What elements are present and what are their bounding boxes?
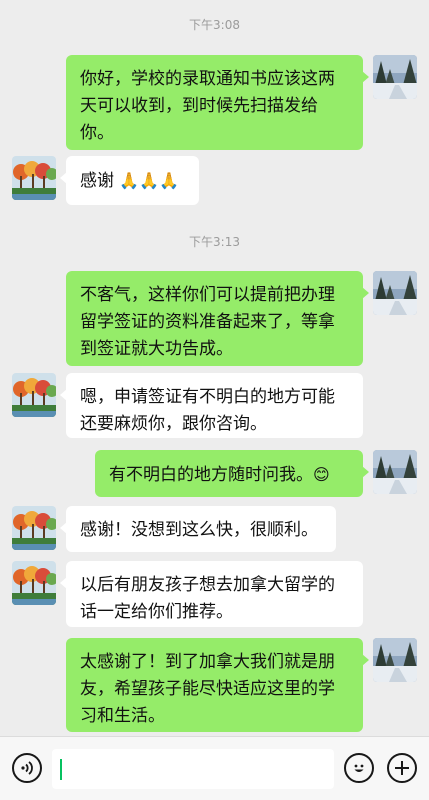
message-text: 以后有朋友孩子想去加拿大留学的话一定给你们推荐。 [80, 575, 335, 622]
autumn-trees-painting-icon [12, 156, 56, 200]
message-input[interactable] [52, 749, 334, 789]
message-text: 不客气，这样你们可以提前把办理留学签证的资料准备起来了，等拿到签证就大功告成。 [80, 285, 335, 359]
snowy-forest-avatar-icon [373, 450, 417, 494]
message-text: 感谢 [80, 171, 120, 191]
message-incoming[interactable]: 以后有朋友孩子想去加拿大留学的话一定给你们推荐。 [60, 561, 363, 627]
message-outgoing[interactable]: 有不明白的地方随时问我。😊 [95, 450, 369, 497]
text-cursor [60, 759, 62, 780]
snowy-forest-avatar-icon [373, 55, 417, 99]
message-incoming[interactable]: 嗯，申请签证有不明白的地方可能还要麻烦你，跟你咨询。 [60, 373, 363, 438]
pray-emoji-icon: 🙏🙏🙏 [119, 171, 180, 190]
contact-avatar[interactable] [12, 373, 56, 417]
message-incoming[interactable]: 感谢！没想到这么快，很顺利。 [60, 506, 336, 552]
message-text: 有不明白的地方随时问我。 [109, 465, 313, 485]
voice-button[interactable] [12, 753, 42, 783]
message-text: 太感谢了！到了加拿大我们就是朋友，希望孩子能尽快适应这里的学习和生活。 [80, 652, 335, 726]
emoji-face-icon [354, 764, 364, 772]
message-text: 你好，学校的录取通知书应该这两天可以收到，到时候先扫描发给你。 [80, 69, 335, 143]
message-text: 感谢！没想到这么快，很顺利。 [80, 520, 318, 540]
timestamp: 下午3:13 [189, 235, 240, 249]
input-toolbar [0, 736, 429, 800]
message-incoming[interactable]: 感谢 🙏🙏🙏 [60, 156, 199, 205]
more-button[interactable] [387, 753, 417, 783]
timestamp: 下午3:08 [189, 18, 240, 32]
chat-area[interactable]: 下午3:08 你好，学校的录取通知书应该这两天可以收到，到时候先扫描发给你。 感… [0, 0, 429, 736]
autumn-trees-painting-icon [12, 561, 56, 605]
message-outgoing[interactable]: 不客气，这样你们可以提前把办理留学签证的资料准备起来了，等拿到签证就大功告成。 [66, 271, 369, 366]
self-avatar[interactable] [373, 271, 417, 315]
autumn-trees-painting-icon [12, 506, 56, 550]
self-avatar[interactable] [373, 450, 417, 494]
message-text: 嗯，申请签证有不明白的地方可能还要麻烦你，跟你咨询。 [80, 387, 335, 434]
voice-icon [21, 761, 33, 775]
contact-avatar[interactable] [12, 156, 56, 200]
snowy-forest-avatar-icon [373, 271, 417, 315]
message-outgoing[interactable]: 太感谢了！到了加拿大我们就是朋友，希望孩子能尽快适应这里的学习和生活。 [66, 638, 369, 732]
self-avatar[interactable] [373, 638, 417, 682]
smile-emoji-icon: 😊 [313, 465, 330, 484]
self-avatar[interactable] [373, 55, 417, 99]
message-outgoing[interactable]: 你好，学校的录取通知书应该这两天可以收到，到时候先扫描发给你。 [66, 55, 369, 150]
autumn-trees-painting-icon [12, 373, 56, 417]
contact-avatar[interactable] [12, 561, 56, 605]
snowy-forest-avatar-icon [373, 638, 417, 682]
contact-avatar[interactable] [12, 506, 56, 550]
plus-icon [395, 761, 409, 775]
emoji-button[interactable] [344, 753, 374, 783]
